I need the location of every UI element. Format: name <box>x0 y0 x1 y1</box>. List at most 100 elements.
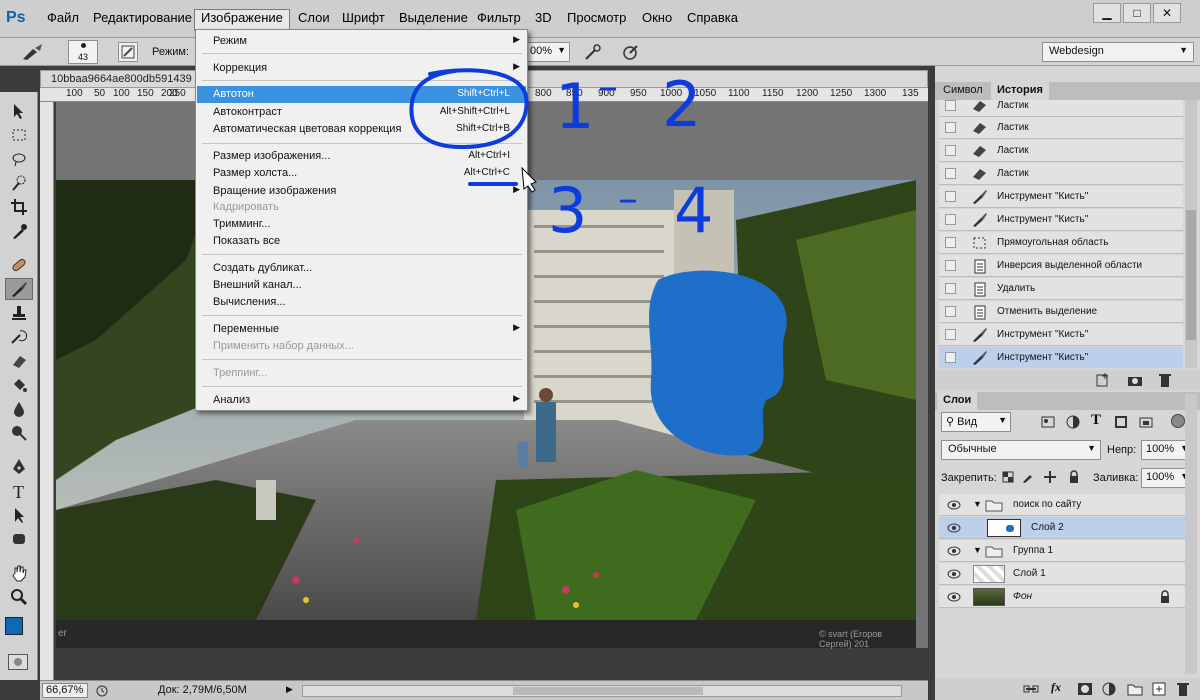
layer-row[interactable]: Фон <box>939 586 1185 608</box>
zoom-field[interactable]: 00% ▼ <box>526 42 570 62</box>
menu-item-analysis[interactable]: Анализ ▶ <box>197 392 526 409</box>
layer-filter-select[interactable]: ⚲ Вид ▼ <box>941 412 1011 432</box>
new-document-from-state-icon[interactable] <box>1095 372 1111 388</box>
eye-icon[interactable] <box>947 499 961 511</box>
menu-window[interactable]: Окно <box>642 10 672 25</box>
filter-toggle-icon[interactable] <box>1171 414 1185 428</box>
lock-position-icon[interactable] <box>1043 470 1057 484</box>
hand-tool[interactable] <box>5 562 33 584</box>
status-menu-arrow-icon[interactable]: ▶ <box>286 684 293 695</box>
menu-item-variables[interactable]: Переменные ▶ <box>197 321 526 338</box>
new-layer-icon[interactable] <box>1151 681 1167 697</box>
history-row[interactable]: Ластик <box>939 140 1183 162</box>
menu-item-apply-image[interactable]: Внешний канал... <box>197 277 526 294</box>
new-group-icon[interactable] <box>1127 681 1143 697</box>
clone-stamp-tool[interactable] <box>5 302 33 324</box>
menu-item-image-size[interactable]: Размер изображения... Alt+Ctrl+I <box>197 148 526 165</box>
layers-list[interactable]: ▼ поиск по сайту Слой 2 ▼ Группа 1 Слой … <box>937 494 1185 674</box>
eraser-tool[interactable] <box>5 350 33 372</box>
type-filter-icon[interactable]: T <box>1091 412 1101 429</box>
vertical-ruler[interactable] <box>40 102 54 680</box>
brush-size-picker[interactable]: 43 <box>68 40 98 64</box>
menu-image[interactable]: Изображение <box>201 10 283 25</box>
layers-scrollbar[interactable] <box>1185 394 1197 674</box>
eye-icon[interactable] <box>947 591 961 603</box>
healing-brush-tool[interactable] <box>5 254 33 276</box>
history-row[interactable]: Удалить <box>939 278 1183 300</box>
foreground-color-swatch[interactable] <box>5 617 23 635</box>
history-row[interactable]: Ластик <box>939 100 1183 117</box>
camera-icon[interactable] <box>1127 372 1143 388</box>
layer-row[interactable]: Слой 1 <box>939 563 1185 585</box>
menu-item-calculations[interactable]: Вычисления... <box>197 294 526 311</box>
layer-row[interactable]: ▼ поиск по сайту <box>939 494 1185 516</box>
history-scrollbar[interactable] <box>1185 100 1197 368</box>
blur-tool[interactable] <box>5 398 33 420</box>
menu-filter[interactable]: Фильтр <box>477 10 521 25</box>
menu-item-auto-tone[interactable]: Автотон Shift+Ctrl+L <box>197 86 526 103</box>
eyedropper-tool[interactable] <box>5 220 33 242</box>
menu-item-trim[interactable]: Тримминг... <box>197 216 526 233</box>
adjustment-layer-icon[interactable] <box>1101 681 1117 697</box>
maximize-button[interactable]: □ <box>1123 3 1151 23</box>
history-snapshot-checkbox[interactable] <box>945 145 956 156</box>
minimize-button[interactable]: ▁ <box>1093 3 1121 23</box>
menu-item-duplicate[interactable]: Создать дубликат... <box>197 260 526 277</box>
workspace-switcher[interactable]: Webdesign ▼ <box>1042 42 1194 62</box>
adjustment-filter-icon[interactable] <box>1065 414 1081 430</box>
tab-history[interactable]: История <box>991 82 1049 100</box>
eye-icon[interactable] <box>947 522 961 534</box>
blend-mode-select[interactable]: Обычные ▼ <box>941 440 1101 460</box>
menu-help[interactable]: Справка <box>687 10 738 25</box>
dodge-tool[interactable] <box>5 422 33 444</box>
history-row[interactable]: Инструмент "Кисть" <box>939 209 1183 231</box>
history-row[interactable]: Ластик <box>939 163 1183 185</box>
menu-edit[interactable]: Редактирование <box>93 10 192 25</box>
link-icon[interactable] <box>1023 681 1039 697</box>
menu-item-apply-data-set[interactable]: Применить набор данных... <box>197 338 526 355</box>
group-expand-icon[interactable]: ▼ <box>973 499 982 509</box>
history-row-selected[interactable]: Инструмент "Кисть" <box>939 347 1183 368</box>
history-row[interactable]: Ластик <box>939 117 1183 139</box>
menu-item-trap[interactable]: Треппинг... <box>197 365 526 382</box>
history-snapshot-checkbox[interactable] <box>945 352 956 363</box>
history-list[interactable]: Ластик Ластик Ластик Ластик Инструмент "… <box>937 100 1183 368</box>
tab-character[interactable]: Символ <box>937 82 989 100</box>
quick-select-tool[interactable] <box>5 172 33 194</box>
history-brush-tool[interactable] <box>5 326 33 348</box>
menu-item-auto-contrast[interactable]: Автоконтраст Alt+Shift+Ctrl+L <box>197 104 526 121</box>
history-row[interactable]: Прямоугольная область <box>939 232 1183 254</box>
zoom-tool[interactable] <box>5 586 33 608</box>
menu-item-adjustments[interactable]: Коррекция ▶ <box>197 60 526 77</box>
brush-panel-toggle[interactable] <box>118 42 138 62</box>
menu-item-reveal-all[interactable]: Показать все <box>197 233 526 250</box>
menu-type[interactable]: Шрифт <box>342 10 385 25</box>
pressure-icon[interactable] <box>620 43 640 61</box>
menu-view[interactable]: Просмотр <box>567 10 626 25</box>
zoom-level[interactable]: 66,67% <box>42 683 88 698</box>
quick-mask-button[interactable] <box>8 654 28 670</box>
close-button[interactable]: ✕ <box>1153 3 1181 23</box>
lock-all-icon[interactable] <box>1067 470 1081 484</box>
layer-mask-icon[interactable] <box>1077 681 1093 697</box>
history-snapshot-checkbox[interactable] <box>945 306 956 317</box>
smart-object-filter-icon[interactable] <box>1138 414 1154 430</box>
horizontal-scrollbar[interactable] <box>302 685 902 697</box>
history-row[interactable]: Инструмент "Кисть" <box>939 324 1183 346</box>
move-tool[interactable] <box>5 100 33 122</box>
fx-icon[interactable]: fx <box>1051 680 1061 695</box>
menu-file[interactable]: Файл <box>47 10 79 25</box>
shape-tool[interactable] <box>5 528 33 550</box>
group-expand-icon[interactable]: ▼ <box>973 545 982 555</box>
trash-icon[interactable] <box>1175 681 1191 697</box>
menu-item-image-rotation[interactable]: Вращение изображения ▶ <box>197 183 526 200</box>
brush-preset-icon[interactable] <box>20 43 46 61</box>
pen-tool[interactable] <box>5 456 33 478</box>
brush-tool[interactable] <box>5 278 33 300</box>
history-snapshot-checkbox[interactable] <box>945 168 956 179</box>
path-select-tool[interactable] <box>5 504 33 526</box>
eye-icon[interactable] <box>947 568 961 580</box>
trash-icon[interactable] <box>1157 372 1173 388</box>
lock-brush-icon[interactable] <box>1021 470 1035 484</box>
history-snapshot-checkbox[interactable] <box>945 237 956 248</box>
